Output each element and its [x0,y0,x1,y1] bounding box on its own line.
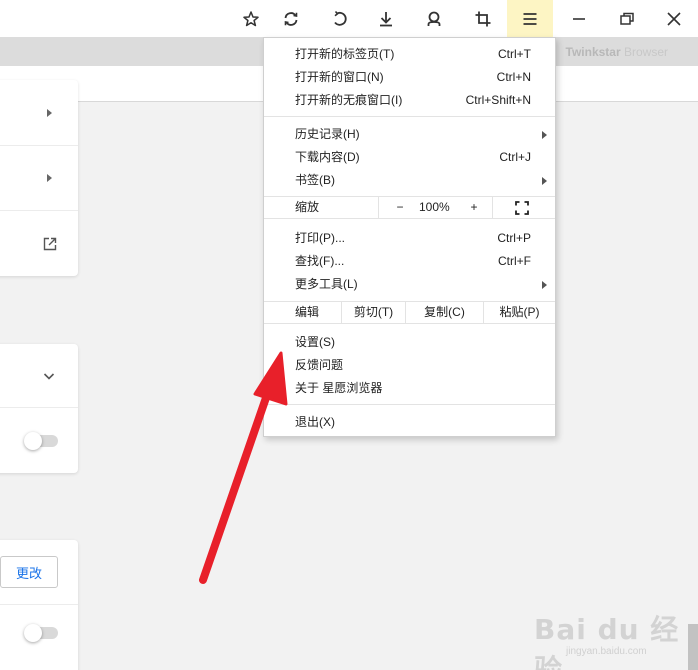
zoom-out-button[interactable]: − [393,197,407,218]
screenshot-crop-button[interactable] [464,0,502,37]
menu-item-more-tools[interactable]: 更多工具(L) [264,273,555,296]
menu-item-new-incognito-window[interactable]: 打开新的无痕窗口(I) Ctrl+Shift+N [264,89,555,112]
bookmark-star-button[interactable] [232,0,270,37]
user-icon [427,11,441,26]
settings-card-1 [0,80,78,276]
minimize-icon [573,17,585,20]
menu-item-downloads[interactable]: 下载内容(D) Ctrl+J [264,146,555,169]
menu-item-history[interactable]: 历史记录(H) [264,123,555,146]
menu-zoom-row: 缩放 − 100% + [264,196,555,219]
submenu-arrow-icon [542,131,547,139]
undo-icon [334,10,347,26]
chevron-right-icon [47,174,52,182]
chevron-right-icon [47,108,52,117]
external-link-icon [43,237,57,250]
download-icon [380,11,392,26]
menu-item-about[interactable]: 关于 星愿浏览器 [264,377,555,400]
crop-icon [475,11,491,26]
menu-item-new-window[interactable]: 打开新的窗口(N) Ctrl+N [264,66,555,89]
settings-row[interactable] [0,211,78,276]
downloads-button[interactable] [367,0,405,37]
menu-item-exit[interactable]: 退出(X) [264,411,555,434]
submenu-arrow-icon [542,281,547,289]
settings-row [0,605,78,661]
user-button[interactable] [415,0,453,37]
submenu-arrow-icon [542,177,547,185]
sync-icon [284,11,298,26]
menu-item-print[interactable]: 打印(P)... Ctrl+P [264,227,555,250]
main-menu-button[interactable] [507,0,553,37]
change-button[interactable]: 更改 [0,556,58,588]
settings-row[interactable] [0,146,78,211]
paste-button[interactable]: 粘贴(P) [484,302,555,323]
main-menu-dropdown: 打开新的标签页(T) Ctrl+T 打开新的窗口(N) Ctrl+N 打开新的无痕窗… [263,37,556,437]
menu-item-new-tab[interactable]: 打开新的标签页(T) Ctrl+T [264,43,555,66]
watermark-url: jingyan.baidu.com [566,646,647,657]
zoom-label: 缩放 [295,200,320,214]
settings-row-expandable[interactable] [0,344,78,408]
menu-edit-row: 编辑 剪切(T) 复制(C) 粘贴(P) [264,301,555,324]
menu-separator [264,404,555,405]
restore-icon [620,12,634,25]
cut-button[interactable]: 剪切(T) [342,302,405,323]
undo-close-tab-button[interactable] [321,0,359,37]
settings-card-3: 更改 [0,540,78,670]
chevron-down-icon [43,372,55,380]
star-icon [243,10,259,26]
close-icon [667,11,681,26]
toggle-switch[interactable] [24,624,58,642]
menu-item-bookmarks[interactable]: 书签(B) [264,169,555,192]
title-bar [0,0,698,37]
restore-button[interactable] [608,0,646,37]
zoom-in-button[interactable]: + [467,197,481,218]
toggle-switch[interactable] [24,431,58,450]
sync-button[interactable] [272,0,310,37]
settings-row [0,408,78,473]
menu-item-feedback[interactable]: 反馈问题 [264,354,555,377]
edit-label: 编辑 [295,305,320,319]
zoom-level: 100% [419,200,450,214]
settings-card-2 [0,344,78,473]
menu-item-find[interactable]: 查找(F)... Ctrl+F [264,250,555,273]
minimize-button[interactable] [560,0,598,37]
baidu-watermark: Bai du 经验 [534,613,680,670]
fullscreen-icon[interactable] [514,200,530,216]
menu-separator [264,116,555,117]
close-window-button[interactable] [655,0,693,37]
settings-row[interactable] [0,80,78,146]
menu-item-settings[interactable]: 设置(S) [264,331,555,354]
copy-button[interactable]: 复制(C) [406,302,483,323]
menu-icon [523,12,537,25]
brand-logo: Twinkstar Browser [565,45,668,59]
settings-row: 更改 [0,540,78,605]
